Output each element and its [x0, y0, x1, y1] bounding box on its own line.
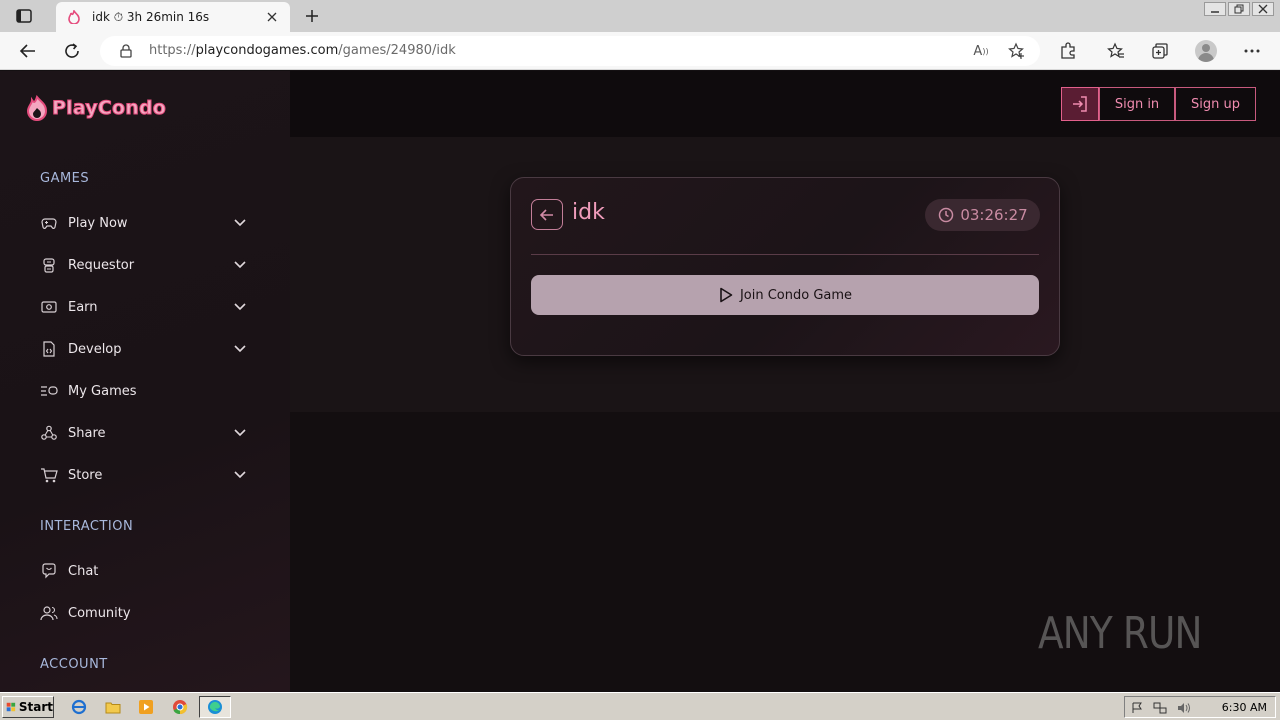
robot-icon [40, 256, 58, 274]
refresh-icon[interactable] [61, 40, 83, 62]
sidebar-item-label: My Games [68, 383, 137, 399]
collections-icon[interactable] [1149, 40, 1171, 62]
volume-icon[interactable] [1177, 701, 1191, 715]
users-icon [40, 604, 58, 622]
sidebar-item-my-games[interactable]: My Games [40, 379, 250, 403]
join-condo-game-button[interactable]: Join Condo Game [531, 275, 1039, 315]
chat-icon [40, 562, 58, 580]
anyrun-watermark: ANY RUN [1038, 608, 1231, 659]
sidebar-item-label: Comunity [68, 605, 131, 621]
card-divider [531, 254, 1039, 255]
taskbar-clock: 6:30 AM [1221, 701, 1267, 714]
chrome-icon[interactable] [171, 698, 189, 716]
favorites-icon[interactable] [1105, 40, 1127, 62]
playcondo-logo[interactable]: PlayCondo [26, 95, 166, 121]
sign-in-button[interactable]: Sign in [1099, 87, 1175, 121]
internet-explorer-icon[interactable] [70, 698, 88, 716]
clock-icon [937, 207, 954, 224]
join-button-label: Join Condo Game [739, 287, 853, 303]
system-tray: 6:30 AM [1124, 696, 1276, 718]
profile-avatar-icon[interactable] [1195, 40, 1217, 62]
minimize-icon[interactable] [1204, 2, 1226, 16]
arrow-left-icon [539, 208, 553, 221]
sidebar-item-share[interactable]: Share [40, 421, 250, 445]
sidebar-item-label: Share [68, 425, 106, 441]
sidebar: PlayCondo GAMES Play Now Requestor Earn … [0, 71, 290, 692]
sidebar-item-label: Play Now [68, 215, 128, 231]
sidebar-item-label: Earn [68, 299, 98, 315]
sidebar-item-store[interactable]: Store [40, 463, 250, 487]
browser-tab-active[interactable]: idk ⏱ 3h 26min 16s [56, 2, 290, 32]
close-tab-icon[interactable] [264, 9, 280, 25]
more-options-icon[interactable] [1241, 40, 1263, 62]
browser-toolbar: https://playcondogames.com/games/24980/i… [0, 32, 1280, 70]
sidebar-item-label: Requestor [68, 257, 135, 273]
sidebar-item-play-now[interactable]: Play Now [40, 211, 250, 235]
start-button[interactable]: Start [2, 696, 54, 718]
url-text[interactable]: https://playcondogames.com/games/24980/i… [149, 43, 456, 58]
sidebar-item-develop[interactable]: Develop [40, 337, 250, 361]
chevron-down-icon[interactable] [232, 341, 248, 357]
windows-flag-icon [6, 702, 16, 712]
code-file-icon [40, 340, 58, 358]
lock-icon[interactable] [118, 43, 134, 59]
login-icon-button[interactable] [1061, 87, 1099, 121]
add-favorite-icon[interactable] [1008, 42, 1026, 60]
window-controls [1204, 2, 1274, 16]
chevron-down-icon[interactable] [232, 257, 248, 273]
sign-up-button[interactable]: Sign up [1175, 87, 1256, 121]
action-center-flag-icon[interactable] [1130, 701, 1144, 715]
sidebar-item-label: Chat [68, 563, 99, 579]
timer-value: 03:26:27 [960, 206, 1028, 224]
sidebar-item-label: Store [68, 467, 103, 483]
cart-icon [40, 466, 58, 484]
watermark-text: ANY RUN [1038, 608, 1203, 659]
media-player-icon[interactable] [137, 698, 155, 716]
extensions-icon[interactable] [1057, 40, 1079, 62]
taskbar: Start 6:30 AM [0, 692, 1280, 720]
game-timer: 03:26:27 [925, 199, 1040, 231]
money-icon [40, 298, 58, 316]
tab-title: idk ⏱ 3h 26min 16s [92, 9, 210, 24]
play-icon [718, 287, 734, 303]
flame-logo-icon [26, 95, 48, 121]
playcondo-favicon-icon [66, 9, 82, 25]
restore-icon[interactable] [1228, 2, 1250, 16]
sidebar-item-comunity[interactable]: Comunity [40, 601, 250, 625]
new-tab-icon[interactable] [302, 6, 322, 26]
back-button[interactable] [531, 199, 563, 230]
read-aloud-icon[interactable]: A)) [972, 42, 990, 60]
chevron-down-icon[interactable] [232, 467, 248, 483]
sidebar-item-label: Develop [68, 341, 122, 357]
address-bar[interactable]: https://playcondogames.com/games/24980/i… [100, 36, 1040, 66]
game-list-icon [40, 382, 58, 400]
tab-actions-icon[interactable] [14, 7, 34, 25]
game-title: idk [572, 200, 605, 225]
sidebar-item-chat[interactable]: Chat [40, 559, 250, 583]
browser-tab-bar: idk ⏱ 3h 26min 16s [0, 0, 1280, 32]
section-account-title: ACCOUNT [40, 657, 108, 672]
chevron-down-icon[interactable] [232, 215, 248, 231]
network-icon[interactable] [1153, 701, 1167, 715]
chevron-down-icon[interactable] [232, 425, 248, 441]
file-explorer-icon[interactable] [104, 698, 122, 716]
web-page: PlayCondo GAMES Play Now Requestor Earn … [0, 71, 1280, 692]
start-label: Start [18, 700, 53, 714]
logo-text: PlayCondo [51, 97, 167, 120]
game-card: idk 03:26:27 Join Condo Game [510, 177, 1060, 356]
gamepad-icon [40, 214, 58, 232]
back-arrow-icon[interactable] [17, 40, 39, 62]
section-interaction-title: INTERACTION [40, 519, 134, 534]
section-games-title: GAMES [40, 171, 90, 186]
close-window-icon[interactable] [1252, 2, 1274, 16]
share-icon [40, 424, 58, 442]
chevron-down-icon[interactable] [232, 299, 248, 315]
sidebar-item-earn[interactable]: Earn [40, 295, 250, 319]
sidebar-item-requestor[interactable]: Requestor [40, 253, 250, 277]
sign-in-icon [1073, 96, 1087, 112]
edge-icon[interactable] [206, 698, 224, 716]
